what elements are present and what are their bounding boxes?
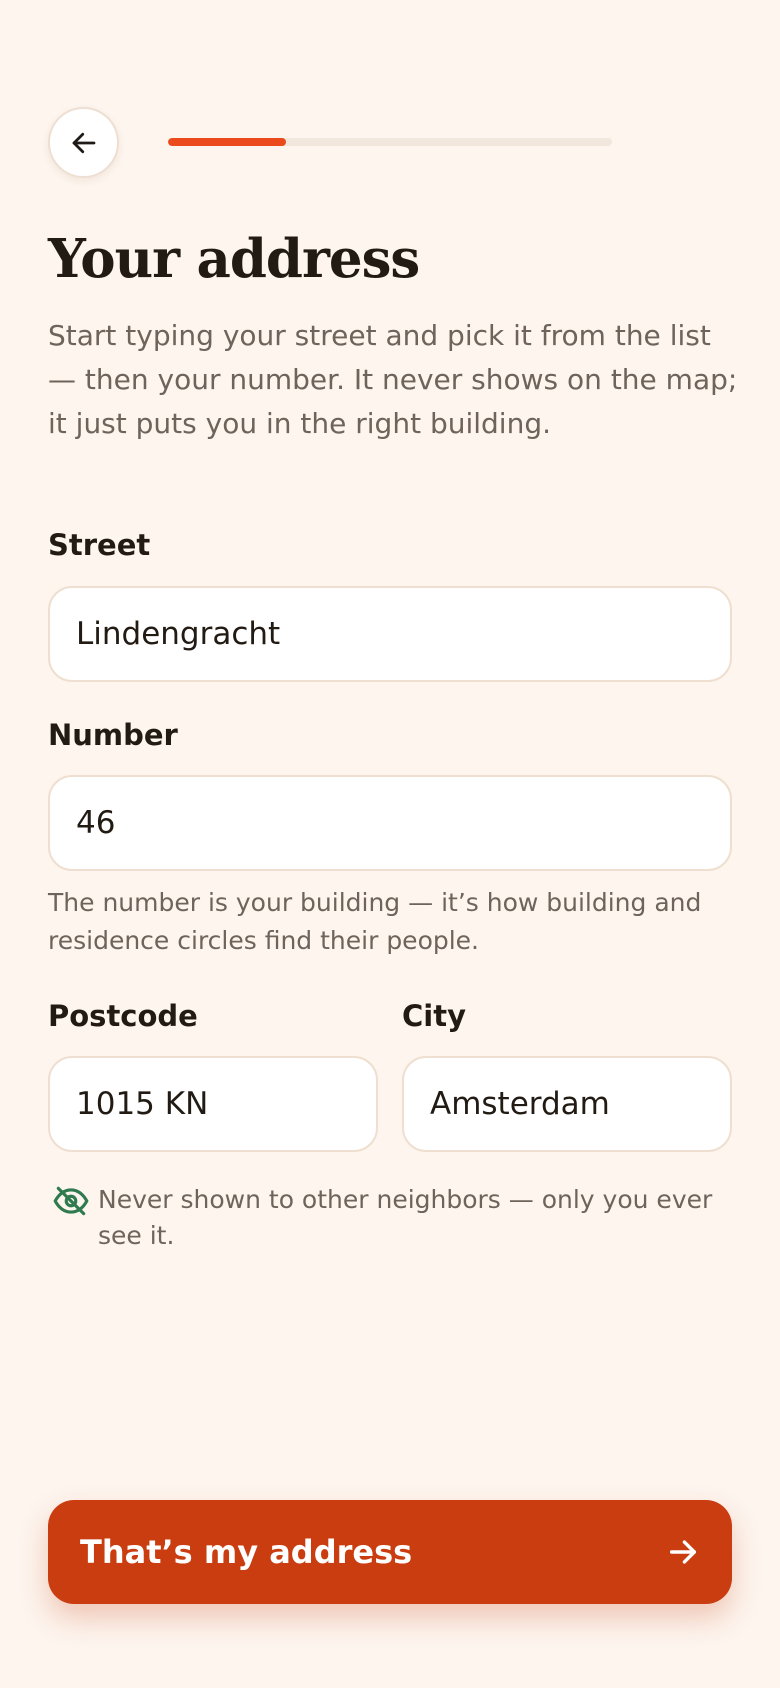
arrow-right-icon	[669, 1540, 697, 1564]
privacy-note: Never shown to other neighbors — only yo…	[48, 1182, 738, 1254]
postcode-label: Postcode	[48, 999, 198, 1033]
page-title: Your address	[48, 228, 420, 290]
page-subtitle: Start typing your street and pick it fro…	[48, 319, 738, 440]
privacy-text: Never shown to other neighbors — only yo…	[98, 1185, 713, 1250]
arrow-left-icon	[72, 132, 95, 153]
progress-bar	[168, 138, 612, 146]
confirm-address-button[interactable]: That’s my address	[48, 1500, 732, 1604]
number-helper-text: The number is your building — it’s how b…	[48, 888, 702, 955]
number-input[interactable]: 46	[48, 775, 732, 871]
city-label: City	[402, 999, 466, 1033]
number-label: Number	[48, 718, 178, 752]
confirm-address-label: That’s my address	[80, 1533, 413, 1571]
street-label: Street	[48, 528, 151, 562]
city-input[interactable]: Amsterdam	[402, 1056, 732, 1152]
eye-off-icon	[53, 1186, 89, 1216]
address-screen: Your address Start typing your street an…	[0, 0, 780, 1688]
back-button[interactable]	[48, 107, 119, 178]
progress-fill	[168, 138, 286, 146]
postcode-input[interactable]: 1015 KN	[48, 1056, 378, 1152]
street-input[interactable]: Lindengracht	[48, 586, 732, 682]
